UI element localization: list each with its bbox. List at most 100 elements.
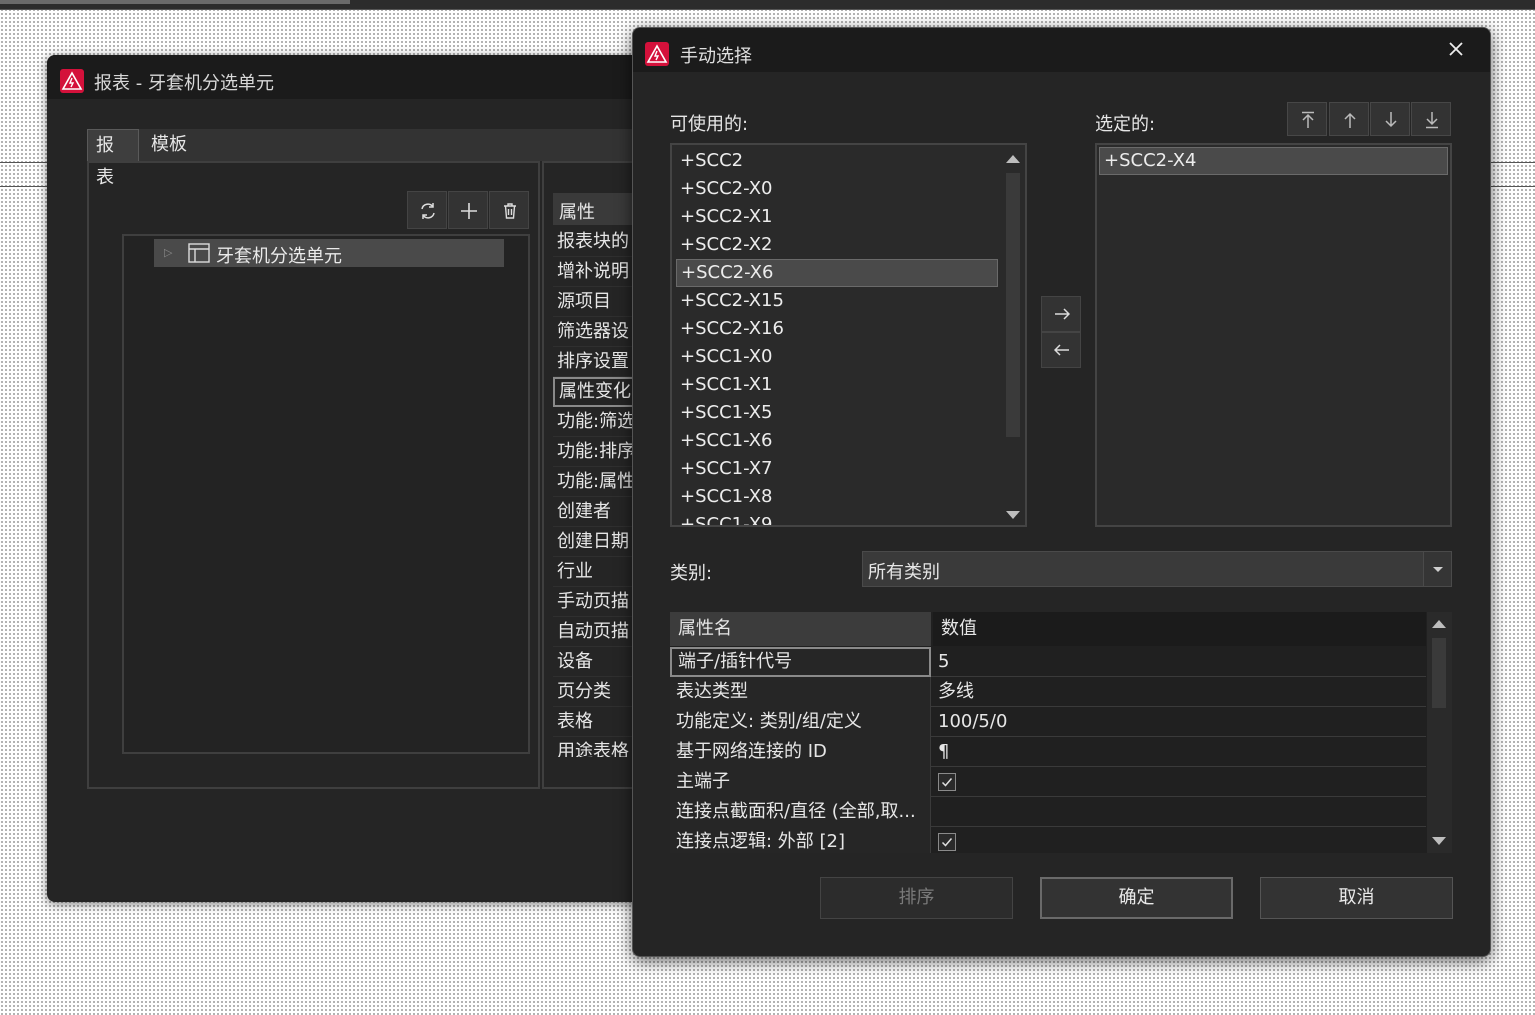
category-select[interactable]: 所有类别 — [862, 551, 1452, 587]
available-item[interactable]: +SCC1-X0 — [676, 343, 998, 371]
grid-cell-value[interactable]: 多线 — [932, 677, 1426, 707]
available-label: 可使用的: — [670, 114, 749, 135]
checkmark-icon — [941, 778, 953, 787]
category-select-value: 所有类别 — [868, 562, 940, 583]
move-bottom-icon — [1426, 112, 1438, 129]
tree-item-report[interactable]: ▷ 牙套机分选单元 — [154, 239, 504, 267]
external-logic-checkbox[interactable] — [938, 833, 956, 851]
move-up-button[interactable] — [1329, 102, 1369, 136]
main-terminal-checkbox[interactable] — [938, 773, 956, 791]
dialog-titlebar: 手动选择 — [633, 28, 1490, 72]
grid-row[interactable]: 连接点逻辑: 外部 [2] — [670, 827, 1426, 853]
add-to-selected-button[interactable] — [1041, 296, 1081, 332]
move-bottom-button[interactable] — [1411, 102, 1451, 136]
delete-button[interactable] — [489, 191, 529, 229]
dialog-title: 手动选择 — [680, 46, 752, 67]
grid-cell-value[interactable] — [932, 767, 1426, 797]
arrow-left-icon — [1054, 344, 1069, 356]
grid-cell-name[interactable]: 连接点逻辑: 外部 [2] — [670, 827, 931, 853]
selected-list[interactable]: +SCC2-X4 — [1095, 143, 1452, 527]
report-window-title: 报表 - 牙套机分选单元 — [94, 73, 274, 94]
available-scrollbar[interactable] — [1001, 145, 1025, 525]
available-item[interactable]: +SCC1-X5 — [676, 399, 998, 427]
grid-cell-name[interactable]: 功能定义: 类别/组/定义 — [670, 707, 931, 737]
available-item-selected[interactable]: +SCC2-X6 — [676, 259, 998, 287]
arrow-up-icon — [1344, 112, 1356, 128]
category-dropdown-button[interactable] — [1423, 552, 1451, 586]
grid-cell-value[interactable]: ¶ — [932, 737, 1426, 767]
grid-cell-value[interactable]: 5 — [932, 647, 1426, 677]
sort-button[interactable]: 排序 — [820, 877, 1013, 919]
available-item[interactable]: +SCC2-X0 — [676, 175, 998, 203]
plus-icon — [461, 203, 477, 219]
move-down-button[interactable] — [1370, 102, 1410, 136]
grid-cell-name[interactable]: 表达类型 — [670, 677, 931, 707]
arrow-right-icon — [1055, 308, 1070, 320]
app-warning-icon — [60, 69, 84, 93]
report-window: 报表 - 牙套机分选单元 报表 模板 ▷ 牙套机分选单元 属性 报表块的 增补说… — [47, 55, 647, 902]
grid-row[interactable]: 连接点截面积/直径 (全部,取... — [670, 797, 1426, 827]
remove-from-selected-button[interactable] — [1041, 332, 1081, 368]
arrow-down-icon — [1385, 112, 1397, 128]
tree-expand-icon[interactable]: ▷ — [164, 246, 172, 259]
refresh-button[interactable] — [407, 191, 447, 229]
tree-item-label: 牙套机分选单元 — [216, 246, 342, 267]
close-button[interactable] — [1443, 36, 1469, 62]
available-item[interactable]: +SCC1-X9 — [676, 511, 998, 525]
tab-template[interactable]: 模板 — [143, 129, 203, 161]
grid-cell-name[interactable]: 主端子 — [670, 767, 931, 797]
scroll-up-icon[interactable] — [1432, 620, 1446, 628]
top-bar — [0, 0, 1535, 10]
grid-cell-value[interactable] — [932, 827, 1426, 853]
refresh-icon — [421, 203, 435, 219]
manual-selection-dialog: 手动选择 可使用的: 选定的: +SCC2 +SCC2-X0 +SCC2-X1 … — [632, 27, 1491, 957]
scroll-up-icon[interactable] — [1006, 155, 1020, 163]
move-top-icon — [1302, 111, 1314, 128]
move-top-button[interactable] — [1287, 102, 1327, 136]
grid-header-name[interactable]: 属性名 — [670, 612, 931, 646]
close-icon — [1449, 42, 1463, 56]
grid-row[interactable]: 功能定义: 类别/组/定义 100/5/0 — [670, 707, 1426, 737]
grid-scrollbar[interactable] — [1427, 612, 1452, 853]
grid-cell-name[interactable]: 连接点截面积/直径 (全部,取... — [670, 797, 931, 827]
available-item[interactable]: +SCC1-X1 — [676, 371, 998, 399]
grid-row[interactable]: 表达类型 多线 — [670, 677, 1426, 707]
tab-report[interactable]: 报表 — [87, 129, 139, 188]
scroll-down-icon[interactable] — [1006, 511, 1020, 519]
grid-row[interactable]: 端子/插针代号 5 — [670, 647, 1426, 677]
property-grid[interactable]: 属性名 数值 端子/插针代号 5 表达类型 多线 功能定义: 类别/组/定义 1… — [670, 612, 1452, 853]
app-warning-icon — [645, 42, 669, 66]
grid-row[interactable]: 主端子 — [670, 767, 1426, 797]
available-item[interactable]: +SCC2-X15 — [676, 287, 998, 315]
grid-cell-value[interactable] — [932, 797, 1426, 827]
report-tabbar: 报表 模板 — [87, 129, 647, 188]
report-tree[interactable]: ▷ 牙套机分选单元 — [122, 234, 530, 754]
category-label: 类别: — [670, 563, 713, 584]
top-bar-segment — [0, 0, 350, 4]
grid-header-value[interactable]: 数值 — [933, 612, 1426, 646]
available-item[interactable]: +SCC1-X7 — [676, 455, 998, 483]
add-button[interactable] — [448, 191, 488, 229]
available-list[interactable]: +SCC2 +SCC2-X0 +SCC2-X1 +SCC2-X2 +SCC2-X… — [670, 143, 1027, 527]
report-window-titlebar: 报表 - 牙套机分选单元 — [47, 55, 647, 99]
grid-cell-value[interactable]: 100/5/0 — [932, 707, 1426, 737]
available-item[interactable]: +SCC2 — [676, 147, 998, 175]
available-item[interactable]: +SCC1-X6 — [676, 427, 998, 455]
scrollbar-thumb[interactable] — [1006, 173, 1020, 437]
grid-cell-name[interactable]: 基于网络连接的 ID — [670, 737, 931, 767]
available-item[interactable]: +SCC1-X8 — [676, 483, 998, 511]
available-item[interactable]: +SCC2-X16 — [676, 315, 998, 343]
available-item[interactable]: +SCC2-X2 — [676, 231, 998, 259]
scrollbar-thumb[interactable] — [1432, 638, 1446, 708]
grid-cell-name[interactable]: 端子/插针代号 — [670, 647, 931, 677]
cancel-button[interactable]: 取消 — [1260, 877, 1453, 919]
ok-button[interactable]: 确定 — [1040, 877, 1233, 919]
scroll-down-icon[interactable] — [1432, 837, 1446, 845]
selected-label: 选定的: — [1095, 114, 1156, 135]
selected-item[interactable]: +SCC2-X4 — [1099, 147, 1448, 175]
available-item[interactable]: +SCC2-X1 — [676, 203, 998, 231]
checkmark-icon — [941, 838, 953, 847]
grid-row[interactable]: 基于网络连接的 ID ¶ — [670, 737, 1426, 767]
table-icon — [188, 243, 210, 263]
chevron-down-icon — [1433, 567, 1443, 572]
